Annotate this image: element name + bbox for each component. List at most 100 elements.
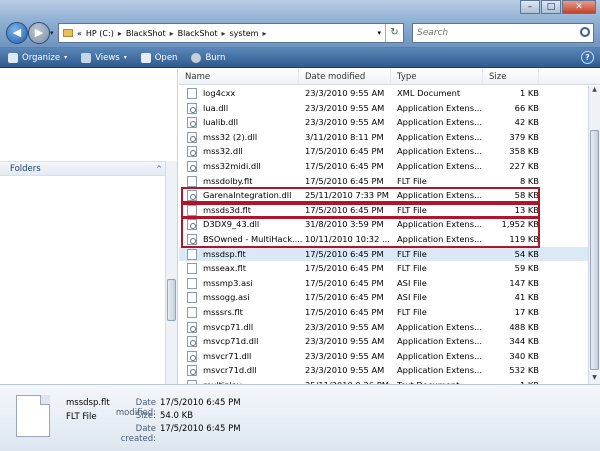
file-name: msvcr71.dll: [203, 350, 252, 361]
back-button[interactable]: ◀: [6, 22, 28, 44]
table-row[interactable]: msvcr71.dll 23/3/2010 9:55 AM Application …: [179, 349, 588, 364]
burn-button[interactable]: Burn: [191, 52, 226, 63]
table-row[interactable]: msvcp71.dll 23/3/2010 9:55 AM Application …: [179, 320, 588, 335]
file-size: 42 KB: [514, 117, 539, 128]
table-row[interactable]: msvcr71d.dll 23/3/2010 9:55 AM Application…: [179, 363, 588, 378]
dll-file-icon: [187, 233, 197, 245]
details-file-type: FLT File: [66, 412, 97, 422]
open-button[interactable]: Open: [140, 52, 177, 63]
table-row[interactable]: BSOwned - MultiHack.... 10/11/2010 10:32 …: [179, 232, 588, 247]
file-date: 17/5/2010 6:45 PM: [305, 160, 384, 171]
table-row[interactable]: msseax.flt 17/5/2010 6:45 PM FLT File 59 KB: [179, 261, 588, 276]
file-name: lua.dll: [203, 102, 229, 113]
help-icon[interactable]: ?: [581, 51, 594, 64]
navigation-scroll-thumb[interactable]: [167, 279, 176, 321]
table-row[interactable]: lualib.dll 23/3/2010 9:55 AM Application E…: [179, 115, 588, 130]
table-row[interactable]: mssdsp.flt 17/5/2010 6:45 PM FLT File 54 KB: [179, 246, 588, 262]
close-button[interactable]: ✕: [562, 0, 596, 14]
file-type: FLT File: [397, 248, 427, 259]
breadcrumb-drive[interactable]: HP (C:): [86, 29, 114, 38]
scroll-down-icon[interactable]: ▼: [589, 374, 600, 384]
scroll-up-icon[interactable]: ▲: [589, 86, 600, 96]
table-row[interactable]: mss32 (2).dll 3/11/2010 8:11 PM Applicatio…: [179, 130, 588, 145]
file-size: 379 KB: [509, 131, 539, 142]
table-row[interactable]: D3DX9_43.dll 31/8/2010 3:59 PM Application…: [179, 217, 588, 232]
file-date: 31/8/2010 3:59 PM: [305, 219, 384, 230]
file-name: msvcp71d.dll: [203, 336, 259, 347]
breadcrumb-blackshot[interactable]: BlackShot: [126, 29, 166, 38]
file-date: 17/5/2010 6:45 PM: [305, 248, 384, 259]
breadcrumb-separator-icon[interactable]: ▸: [170, 29, 174, 38]
forward-button[interactable]: ▶: [28, 22, 50, 44]
file-type: Application Extens...: [397, 146, 482, 157]
organize-button[interactable]: Organize ▾: [8, 52, 67, 63]
table-row[interactable]: mss32midi.dll 17/5/2010 6:45 PM Applicatio…: [179, 159, 588, 174]
table-row[interactable]: mssds3d.flt 17/5/2010 6:45 PM FLT File 13 K…: [179, 203, 588, 218]
open-icon: [140, 52, 151, 63]
file-type: Application Extens...: [397, 131, 482, 142]
file-date: 23/3/2010 9:55 AM: [305, 321, 385, 332]
dll-file-icon: [187, 102, 197, 114]
dll-file-icon: [187, 219, 197, 231]
table-row[interactable]: lua.dll 23/3/2010 9:55 AM Application Exte…: [179, 101, 588, 116]
folders-toggle[interactable]: Folders ^: [0, 161, 166, 176]
table-row[interactable]: mss32.dll 17/5/2010 6:45 PM Application Ex…: [179, 144, 588, 159]
file-icon: [187, 277, 197, 289]
column-header-type[interactable]: Type: [391, 69, 483, 85]
file-icon: [187, 263, 197, 275]
table-row[interactable]: mssogg.asi 17/5/2010 6:45 PM ASI File 41 KB: [179, 290, 588, 305]
search-box[interactable]: [412, 23, 594, 43]
maximize-button[interactable]: □: [541, 0, 561, 14]
minimize-button[interactable]: –: [520, 0, 540, 14]
folders-label: Folders: [10, 164, 41, 174]
file-type: Application Extens...: [397, 365, 482, 376]
file-date: 17/5/2010 6:45 PM: [305, 204, 384, 215]
column-header-size[interactable]: Size: [483, 69, 539, 85]
breadcrumb-separator-icon[interactable]: ▸: [222, 29, 226, 38]
table-row[interactable]: msssrs.flt 17/5/2010 6:45 PM FLT File 17 KB: [179, 305, 588, 320]
navigation-scrollbar[interactable]: [165, 161, 177, 384]
file-icon: [187, 204, 197, 216]
table-row[interactable]: log4cxx 23/3/2010 9:55 AM XML Document 1 KB: [179, 86, 588, 101]
table-row[interactable]: msvcp71d.dll 23/3/2010 9:55 AM Application…: [179, 334, 588, 349]
file-size: 66 KB: [514, 102, 539, 113]
breadcrumb-overflow[interactable]: «: [77, 29, 82, 38]
views-button[interactable]: Views ▾: [81, 52, 127, 63]
dll-file-icon: [187, 160, 197, 172]
column-header-name[interactable]: Name: [179, 69, 299, 85]
file-name: lualib.dll: [203, 117, 239, 128]
file-type: FLT File: [397, 263, 427, 274]
table-row[interactable]: mssdolby.flt 17/5/2010 6:45 PM FLT File 8 K…: [179, 174, 588, 189]
file-list-scrollbar[interactable]: ▲ ▼: [588, 86, 600, 384]
address-dropdown-icon[interactable]: ▾: [377, 29, 381, 37]
burn-label: Burn: [205, 52, 226, 63]
refresh-icon[interactable]: ↻: [385, 24, 403, 42]
table-row[interactable]: GarenaIntegration.dll 25/11/2010 7:33 PM A…: [179, 188, 588, 203]
search-input[interactable]: [417, 24, 567, 42]
breadcrumb-separator-icon[interactable]: ▸: [262, 29, 266, 38]
file-type: Application Extens...: [397, 160, 482, 171]
recent-pages-dropdown[interactable]: ▾: [50, 29, 54, 37]
breadcrumb-separator-icon[interactable]: ▸: [118, 29, 122, 38]
file-name: mssds3d.flt: [203, 204, 251, 215]
file-size: 54 KB: [514, 248, 539, 259]
file-type: FLT File: [397, 175, 427, 186]
dll-file-icon: [187, 190, 197, 202]
file-size: 1,952 KB: [501, 219, 539, 230]
file-icon: [187, 306, 197, 318]
column-header-date[interactable]: Date modified: [299, 69, 391, 85]
details-size-value: 54.0 KB: [160, 411, 194, 421]
breadcrumb-system[interactable]: system: [230, 29, 259, 38]
address-bar[interactable]: « HP (C:) ▸ BlackShot ▸ BlackShot ▸ syst…: [58, 23, 404, 43]
file-icon: [187, 88, 197, 99]
breadcrumb-blackshot-sub[interactable]: BlackShot: [178, 29, 218, 38]
file-type: ASI File: [397, 277, 427, 288]
file-size: 58 KB: [514, 190, 539, 201]
search-icon[interactable]: [580, 27, 590, 37]
file-list-scroll-thumb[interactable]: [590, 130, 599, 370]
details-modified-value: 17/5/2010 6:45 PM: [160, 398, 241, 408]
file-type: Application Extens...: [397, 117, 482, 128]
table-row[interactable]: mssmp3.asi 17/5/2010 6:45 PM ASI File 147 K…: [179, 276, 588, 291]
file-name: mss32 (2).dll: [203, 131, 258, 142]
column-headers: Name Date modified Type Size: [179, 69, 600, 85]
